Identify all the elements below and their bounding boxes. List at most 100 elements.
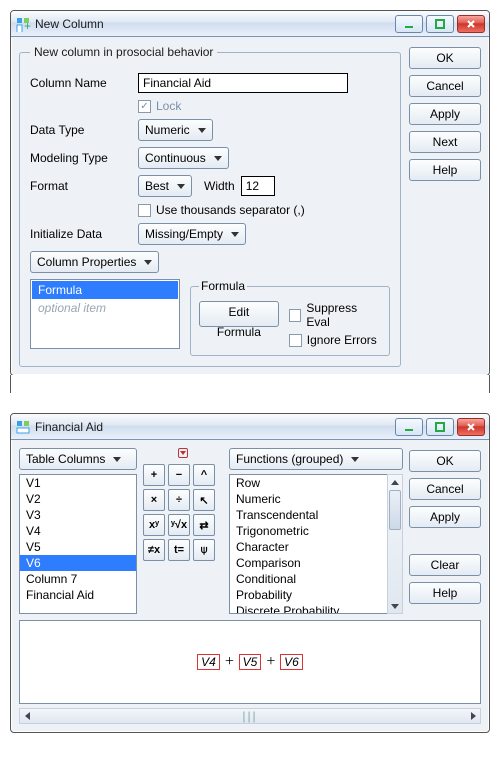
keypad-key[interactable]: ʸ√x — [168, 514, 190, 536]
maximize-button[interactable] — [426, 15, 454, 33]
scroll-thumb[interactable] — [389, 490, 401, 530]
list-item[interactable]: V1 — [20, 475, 136, 491]
chevron-down-icon — [351, 457, 359, 462]
list-item[interactable]: Discrete Probability — [230, 603, 387, 614]
scroll-right-icon[interactable] — [466, 709, 480, 723]
ok-button[interactable]: OK — [409, 450, 481, 472]
clear-button[interactable]: Clear — [409, 554, 481, 576]
list-item[interactable]: V4 — [20, 523, 136, 539]
keypad-key[interactable]: ↖ — [193, 489, 215, 511]
list-item[interactable]: Trigonometric — [230, 523, 387, 539]
keypad-key[interactable]: ⇄ — [193, 514, 215, 536]
titlebar[interactable]: + New Column — [11, 11, 489, 37]
keypad-key[interactable]: ⍦ — [193, 539, 215, 561]
dialog-buttons: OK Cancel Apply Next Help — [409, 45, 481, 367]
apply-button[interactable]: Apply — [409, 103, 481, 125]
keypad-key[interactable]: − — [168, 464, 190, 486]
data-type-select[interactable]: Numeric — [138, 119, 213, 141]
keypad-key[interactable]: ≠x — [143, 539, 165, 561]
maximize-button[interactable] — [426, 418, 454, 436]
properties-listbox[interactable]: Formula optional item — [30, 279, 180, 349]
initialize-label: Initialize Data — [30, 227, 132, 241]
list-item[interactable]: Numeric — [230, 491, 387, 507]
thousands-checkbox[interactable]: Use thousands separator (,) — [138, 203, 305, 217]
new-column-window: + New Column New column in prosocial beh… — [10, 10, 490, 376]
scrollbar[interactable] — [387, 474, 403, 614]
checkbox-icon — [138, 204, 151, 217]
new-column-group: New column in prosocial behavior Column … — [19, 45, 401, 367]
help-button[interactable]: Help — [409, 582, 481, 604]
suppress-eval-checkbox[interactable]: Suppress Eval — [289, 301, 381, 329]
keypad-key[interactable]: + — [143, 464, 165, 486]
modeling-type-select[interactable]: Continuous — [138, 147, 229, 169]
help-button[interactable]: Help — [409, 159, 481, 181]
ignore-errors-checkbox[interactable]: Ignore Errors — [289, 333, 381, 347]
formula-canvas[interactable]: V4 + V5 + V6 — [19, 620, 481, 704]
keypad-key[interactable]: xʸ — [143, 514, 165, 536]
format-label: Format — [30, 179, 132, 193]
edit-formula-button[interactable]: Edit Formula — [199, 301, 279, 327]
list-item[interactable]: Conditional — [230, 571, 387, 587]
list-item[interactable]: V5 — [20, 539, 136, 555]
list-item[interactable]: Character — [230, 539, 387, 555]
list-item[interactable]: Formula — [32, 281, 178, 299]
chevron-down-icon — [198, 128, 206, 133]
scroll-left-icon[interactable] — [20, 709, 34, 723]
operator-keypad: +−^ ×÷↖ xʸʸ√x⇄ ≠xt=⍦ — [143, 464, 223, 561]
keypad-key[interactable]: ÷ — [168, 489, 190, 511]
formula-expression: V4 + V5 + V6 — [197, 653, 303, 671]
horizontal-scrollbar[interactable]: ||| — [19, 708, 481, 724]
keypad-key[interactable]: t= — [168, 539, 190, 561]
list-item[interactable]: Column 7 — [20, 571, 136, 587]
column-properties-button[interactable]: Column Properties — [30, 251, 159, 273]
minimize-button[interactable] — [395, 418, 423, 436]
cancel-button[interactable]: Cancel — [409, 478, 481, 500]
modeling-type-label: Modeling Type — [30, 151, 132, 165]
width-label: Width — [204, 179, 235, 193]
keypad-key[interactable]: × — [143, 489, 165, 511]
close-button[interactable] — [457, 15, 485, 33]
columns-listbox[interactable]: V1V2V3V4V5V6Column 7Financial Aid — [19, 474, 137, 614]
chevron-down-icon — [231, 232, 239, 237]
scroll-grip-icon: ||| — [242, 709, 257, 723]
width-input[interactable] — [241, 176, 275, 196]
scroll-up-icon[interactable] — [388, 475, 402, 489]
formula-legend: Formula — [199, 279, 247, 293]
formula-group: Formula Edit Formula Suppress Eval Ignor… — [190, 279, 390, 356]
scroll-down-icon[interactable] — [388, 599, 402, 613]
formula-editor-window: Financial Aid Table Columns V1V2V3V4V5V6… — [10, 413, 490, 733]
group-legend: New column in prosocial behavior — [30, 45, 217, 59]
column-name-label: Column Name — [30, 76, 132, 90]
list-item[interactable]: V3 — [20, 507, 136, 523]
svg-text:+: + — [24, 19, 31, 32]
next-button[interactable]: Next — [409, 131, 481, 153]
column-name-input[interactable] — [138, 73, 348, 93]
list-item[interactable]: Comparison — [230, 555, 387, 571]
chevron-down-icon — [177, 184, 185, 189]
app-icon — [15, 419, 31, 435]
list-item[interactable]: optional item — [32, 299, 178, 317]
list-item[interactable]: V2 — [20, 491, 136, 507]
chevron-down-icon — [144, 260, 152, 265]
list-item[interactable]: Transcendental — [230, 507, 387, 523]
window-title: Financial Aid — [35, 420, 103, 434]
apply-button[interactable]: Apply — [409, 506, 481, 528]
table-columns-button[interactable]: Table Columns — [19, 448, 137, 470]
window-title: New Column — [35, 17, 104, 31]
functions-button[interactable]: Functions (grouped) — [229, 448, 403, 470]
list-item[interactable]: Row — [230, 475, 387, 491]
keypad-key[interactable]: ^ — [193, 464, 215, 486]
format-select[interactable]: Best — [138, 175, 192, 197]
ok-button[interactable]: OK — [409, 47, 481, 69]
functions-listbox[interactable]: RowNumericTranscendentalTrigonometricCha… — [229, 474, 388, 614]
titlebar[interactable]: Financial Aid — [11, 414, 489, 440]
collapse-icon[interactable] — [143, 448, 223, 458]
minimize-button[interactable] — [395, 15, 423, 33]
close-button[interactable] — [457, 418, 485, 436]
initialize-select[interactable]: Missing/Empty — [138, 223, 246, 245]
list-item[interactable]: Financial Aid — [20, 587, 136, 603]
list-item[interactable]: V6 — [20, 555, 136, 571]
cancel-button[interactable]: Cancel — [409, 75, 481, 97]
chevron-down-icon — [214, 156, 222, 161]
list-item[interactable]: Probability — [230, 587, 387, 603]
